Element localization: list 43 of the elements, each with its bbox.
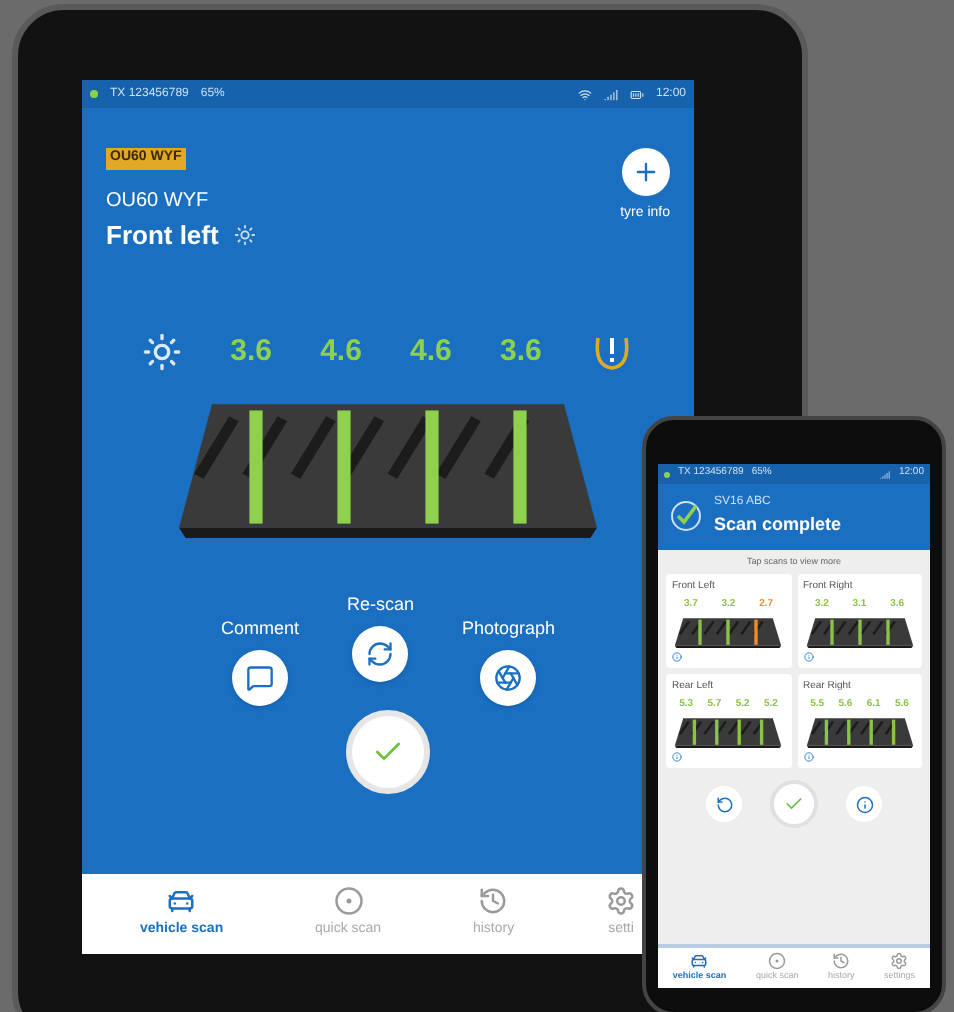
scan-status: Scan complete: [714, 512, 842, 538]
settings-icon: [606, 886, 637, 917]
sun-icon: [234, 223, 257, 246]
action-button[interactable]: [352, 626, 409, 682]
depth-reading: 3.6: [500, 332, 542, 372]
check-icon: [784, 794, 804, 815]
comment-icon: [245, 664, 274, 692]
info-icon: [803, 752, 813, 763]
action-button[interactable]: [231, 650, 288, 706]
signal-icon: [880, 469, 891, 479]
action-label: Comment: [220, 615, 299, 641]
info-icon: [672, 652, 682, 663]
tyre-position: Front left: [106, 217, 219, 253]
add-button[interactable]: [621, 148, 670, 196]
settings-icon: [890, 952, 909, 971]
info-icon: [672, 752, 682, 763]
history-icon: [832, 952, 851, 971]
refresh-icon: [366, 640, 395, 668]
depth-reading: 4.6: [320, 332, 362, 372]
depth-reading: 4.6: [410, 332, 452, 372]
wheel-icon: [768, 952, 787, 971]
action-button[interactable]: [480, 650, 537, 706]
history-icon: [478, 886, 509, 917]
check-circle-icon: [670, 500, 702, 533]
camera-shutter-icon: [494, 664, 523, 692]
wifi-icon: [577, 87, 592, 101]
action-label: Photograph: [461, 615, 556, 642]
car-icon: [690, 952, 709, 971]
car-icon: [166, 886, 197, 917]
confirm-button[interactable]: [346, 710, 430, 794]
battery-icon: [629, 87, 644, 101]
info-button[interactable]: [846, 786, 882, 823]
info-icon: [855, 795, 873, 814]
sun-icon: [142, 332, 182, 373]
rescan-button[interactable]: [706, 786, 742, 823]
wheel-icon: [333, 886, 364, 917]
rotate-icon: [715, 795, 733, 814]
depth-reading: 3.6: [230, 332, 272, 372]
registration: OU60 WYF: [106, 187, 209, 215]
info-icon: [803, 652, 813, 663]
action-label: Re-scan: [346, 591, 414, 617]
plus-icon: [631, 158, 660, 186]
signal-icon: [603, 87, 618, 101]
